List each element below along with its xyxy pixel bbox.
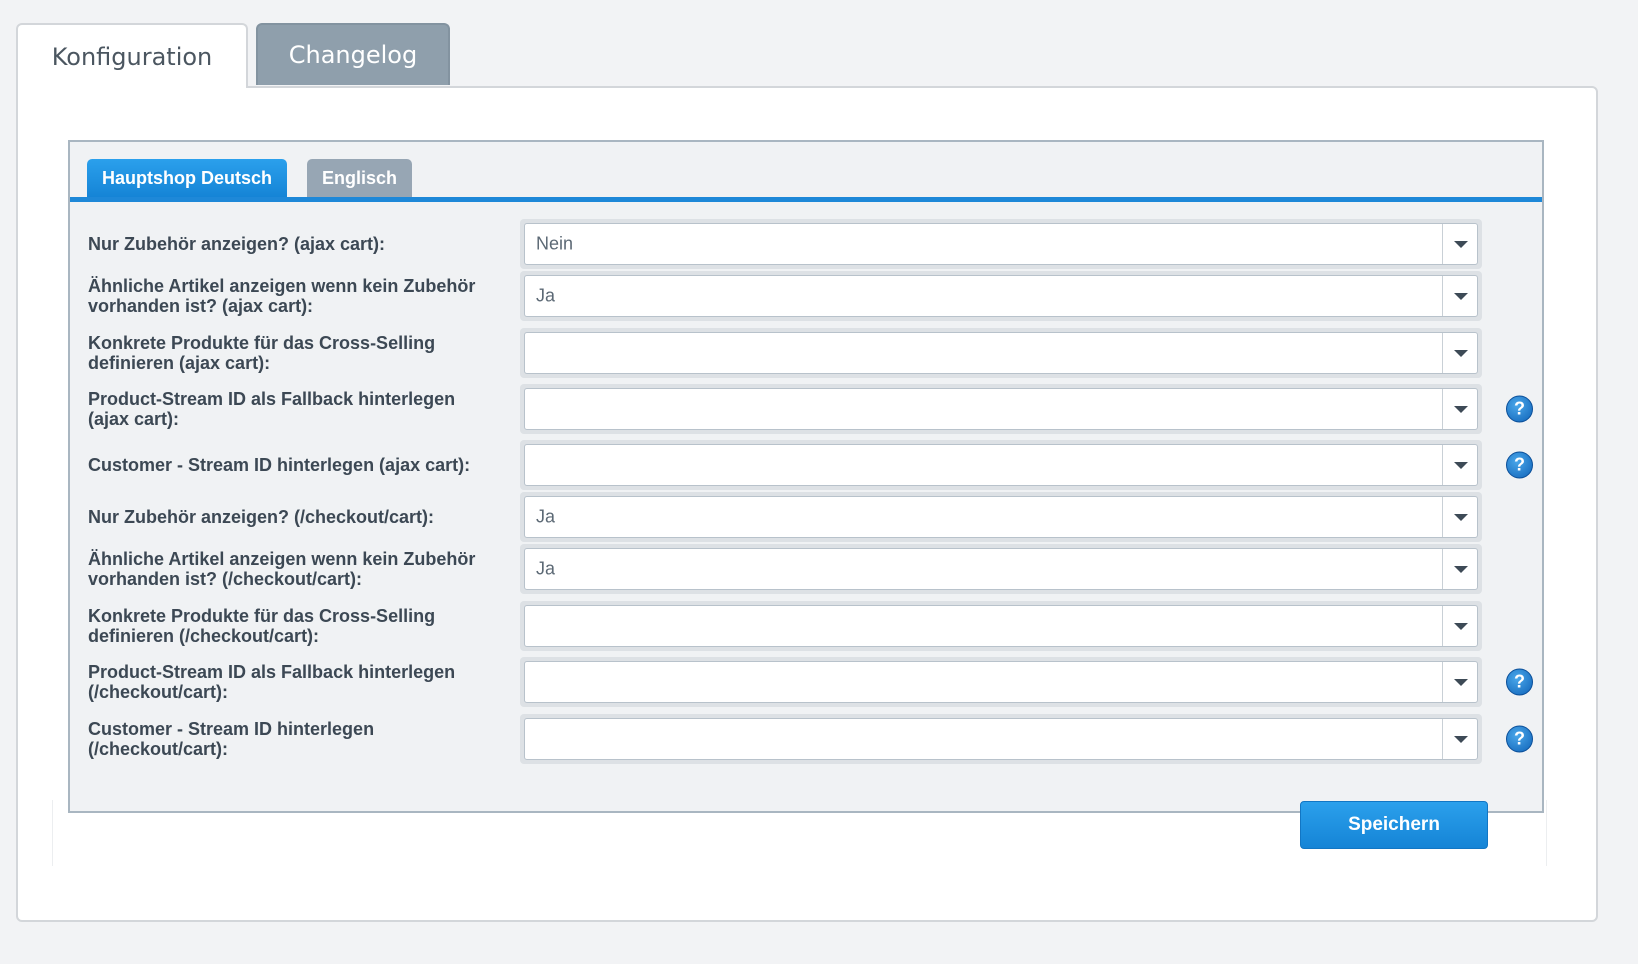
chevron-down-icon[interactable] (1442, 549, 1477, 589)
select-field[interactable] (520, 384, 1482, 434)
shop-tabbar: Hauptshop Deutsch Englisch (70, 142, 1542, 202)
chevron-down-icon[interactable] (1442, 606, 1477, 646)
select-box[interactable] (524, 444, 1478, 486)
select-field[interactable]: Ja (520, 544, 1482, 594)
footer-divider (1546, 800, 1547, 866)
tab-englisch[interactable]: Englisch (307, 159, 412, 197)
select-field[interactable]: Ja (520, 492, 1482, 542)
tabbar-underline (70, 197, 1542, 202)
select-box[interactable] (524, 388, 1478, 430)
field-label: Product-Stream ID als Fallback hinterleg… (88, 662, 456, 702)
select-box[interactable]: Ja (524, 275, 1478, 317)
field-label: Customer - Stream ID hinterlegen (ajax c… (88, 455, 471, 475)
field-label: Customer - Stream ID hinterlegen (/check… (88, 719, 375, 759)
chevron-down-icon[interactable] (1442, 719, 1477, 759)
form-row: Customer - Stream ID hinterlegen (/check… (70, 714, 1542, 764)
select-box[interactable] (524, 605, 1478, 647)
field-label: Product-Stream ID als Fallback hinterleg… (88, 389, 456, 429)
form-row: Ähnliche Artikel anzeigen wenn kein Zube… (70, 271, 1542, 321)
select-box[interactable] (524, 661, 1478, 703)
form-row: Nur Zubehör anzeigen? (ajax cart): Nein (70, 219, 1542, 269)
select-value: Ja (536, 558, 556, 579)
select-field[interactable] (520, 601, 1482, 651)
chevron-down-icon[interactable] (1442, 389, 1477, 429)
select-box[interactable]: Ja (524, 496, 1478, 538)
field-label: Konkrete Produkte für das Cross-Selling … (88, 333, 436, 373)
field-label: Nur Zubehör anzeigen? (ajax cart): (88, 234, 386, 254)
configuration-panel: Hauptshop Deutsch Englisch Nur Zubehör a… (16, 86, 1598, 922)
select-value: Ja (536, 285, 556, 306)
select-field[interactable]: Ja (520, 271, 1482, 321)
tab-hauptshop-deutsch[interactable]: Hauptshop Deutsch (87, 159, 287, 197)
help-icon[interactable]: ? (1506, 395, 1533, 423)
select-value: Nein (536, 233, 574, 254)
chevron-down-icon[interactable] (1442, 276, 1477, 316)
form-row: Nur Zubehör anzeigen? (/checkout/cart): … (70, 492, 1542, 542)
chevron-down-icon[interactable] (1442, 445, 1477, 485)
form-row: Product-Stream ID als Fallback hinterleg… (70, 384, 1542, 434)
select-field[interactable]: Nein (520, 219, 1482, 269)
form-row: Product-Stream ID als Fallback hinterleg… (70, 657, 1542, 707)
help-icon[interactable]: ? (1506, 725, 1533, 753)
select-field[interactable] (520, 657, 1482, 707)
field-label: Ähnliche Artikel anzeigen wenn kein Zube… (88, 549, 476, 589)
select-box[interactable]: Ja (524, 548, 1478, 590)
tab-changelog[interactable]: Changelog (256, 23, 450, 85)
select-field[interactable] (520, 440, 1482, 490)
form-row: Konkrete Produkte für das Cross-Selling … (70, 328, 1542, 378)
select-field[interactable] (520, 714, 1482, 764)
chevron-down-icon[interactable] (1442, 662, 1477, 702)
tab-konfiguration[interactable]: Konfiguration (16, 23, 248, 88)
select-value: Ja (536, 506, 556, 527)
select-box[interactable]: Nein (524, 223, 1478, 265)
field-label: Konkrete Produkte für das Cross-Selling … (88, 606, 436, 646)
chevron-down-icon[interactable] (1442, 224, 1477, 264)
form-row: Ähnliche Artikel anzeigen wenn kein Zube… (70, 544, 1542, 594)
form-row: Konkrete Produkte für das Cross-Selling … (70, 601, 1542, 651)
footer-divider (52, 800, 53, 866)
chevron-down-icon[interactable] (1442, 333, 1477, 373)
shop-settings-panel: Hauptshop Deutsch Englisch Nur Zubehör a… (68, 140, 1544, 813)
field-label: Ähnliche Artikel anzeigen wenn kein Zube… (88, 276, 476, 316)
chevron-down-icon[interactable] (1442, 497, 1477, 537)
select-box[interactable] (524, 718, 1478, 760)
save-button[interactable]: Speichern (1300, 801, 1488, 849)
select-field[interactable] (520, 328, 1482, 378)
help-icon[interactable]: ? (1506, 668, 1533, 696)
form-row: Customer - Stream ID hinterlegen (ajax c… (70, 440, 1542, 490)
select-box[interactable] (524, 332, 1478, 374)
help-icon[interactable]: ? (1506, 451, 1533, 479)
field-label: Nur Zubehör anzeigen? (/checkout/cart): (88, 507, 435, 527)
